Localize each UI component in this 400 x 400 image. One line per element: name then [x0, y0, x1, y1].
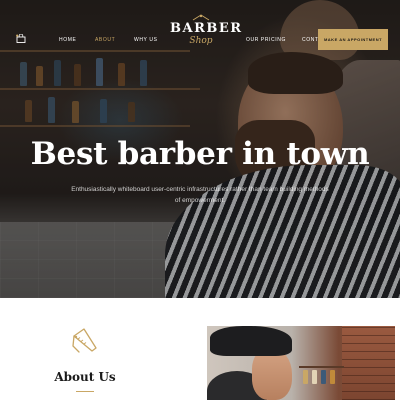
nav-item-our-pricing[interactable]: OUR PRICING — [246, 37, 286, 43]
person-beanie — [210, 326, 292, 356]
logo-script: Shop — [189, 36, 213, 46]
nav-item-why-us[interactable]: WHY US — [134, 37, 158, 43]
make-appointment-button[interactable]: MAKE AN APPOINTMENT — [318, 29, 388, 50]
hero-section: HOME ABOUT WHY US OUR PRICING CONTA BARB… — [0, 0, 400, 298]
photo-bottle — [312, 370, 317, 384]
photo-shelf — [299, 366, 344, 368]
nav-item-home[interactable]: HOME — [59, 37, 76, 43]
shopping-bag-icon[interactable] — [16, 34, 26, 43]
site-logo[interactable]: BARBER Shop — [170, 14, 243, 66]
brick-wall — [342, 326, 395, 400]
about-title: About Us — [54, 370, 116, 384]
title-divider — [76, 391, 94, 392]
nav-item-about[interactable]: ABOUT — [95, 37, 115, 43]
about-photo — [207, 326, 395, 400]
hero-title: Best barber in town — [30, 136, 370, 172]
photo-bottle — [330, 370, 335, 384]
photo-bottle — [303, 370, 308, 384]
straight-razor-icon — [72, 328, 97, 353]
logo-wordmark: BARBER — [170, 21, 243, 36]
hero-subtitle: Enthusiastically whiteboard user-centric… — [71, 186, 329, 204]
photo-bottle — [321, 370, 326, 384]
